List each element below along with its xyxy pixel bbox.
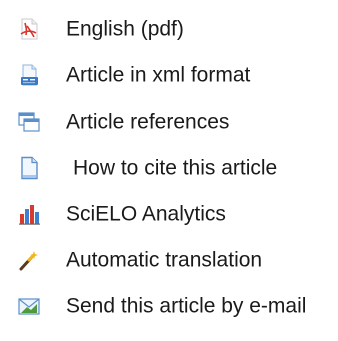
menu-item-label: SciELO Analytics bbox=[66, 202, 226, 226]
menu-item-label: English (pdf) bbox=[66, 17, 184, 41]
menu-item-label: Article in xml format bbox=[66, 63, 251, 87]
magic-wand-icon bbox=[19, 251, 38, 271]
pdf-icon bbox=[20, 18, 38, 40]
article-tools-menu: English (pdf) Article in xml format Arti… bbox=[0, 0, 338, 341]
xml-document-icon bbox=[21, 64, 38, 86]
menu-item-label: How to cite this article bbox=[73, 156, 278, 180]
menu-item-label: Automatic translation bbox=[66, 248, 263, 272]
page-icon bbox=[21, 156, 38, 180]
menu-item-label: Article references bbox=[66, 110, 230, 134]
bar-chart-icon bbox=[19, 205, 40, 225]
menu-item-label: Send this article by e-mail bbox=[66, 294, 307, 318]
references-windows-icon bbox=[18, 112, 40, 132]
email-icon bbox=[18, 298, 40, 315]
